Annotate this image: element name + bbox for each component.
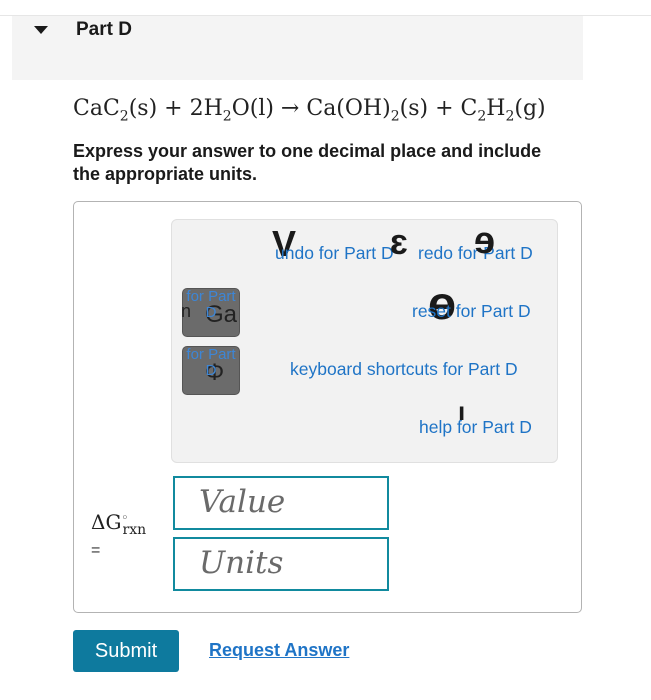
- answer-box: V undo for Part D ɛ redo for Part D ɘ n …: [73, 201, 582, 613]
- instructions: Express your answer to one decimal place…: [73, 141, 542, 184]
- equals-sign: =: [91, 542, 101, 559]
- keyboard-shortcuts-link[interactable]: keyboard shortcuts for Part D: [290, 359, 518, 380]
- help-link[interactable]: help for Part D: [419, 417, 532, 438]
- reset-link[interactable]: reset for Part D: [412, 301, 531, 322]
- reaction-equation: CaC2(s) + 2H2O(l) → Ca(OH)2(s) + C2H2(g): [73, 96, 546, 125]
- math-toolbar: V undo for Part D ɛ redo for Part D ɘ n …: [171, 219, 558, 463]
- request-answer-link[interactable]: Request Answer: [209, 640, 349, 661]
- collapse-caret-icon[interactable]: [34, 26, 48, 34]
- template-button-2[interactable]: Φ for Part D: [182, 346, 240, 395]
- submit-button[interactable]: Submit: [73, 630, 179, 672]
- redo-icon[interactable]: ɛ: [390, 224, 408, 260]
- part-title: Part D: [76, 19, 132, 40]
- template-button-1[interactable]: n Ga for Part D: [181, 288, 240, 337]
- delta-g-label: ΔG◦rxn: [91, 510, 147, 538]
- value-input[interactable]: Value: [173, 476, 389, 530]
- units-input[interactable]: Units: [173, 537, 389, 591]
- redo-arrow-icon[interactable]: ɘ: [474, 222, 495, 260]
- part-header[interactable]: Part D: [12, 16, 583, 80]
- undo-link[interactable]: undo for Part D: [275, 243, 394, 264]
